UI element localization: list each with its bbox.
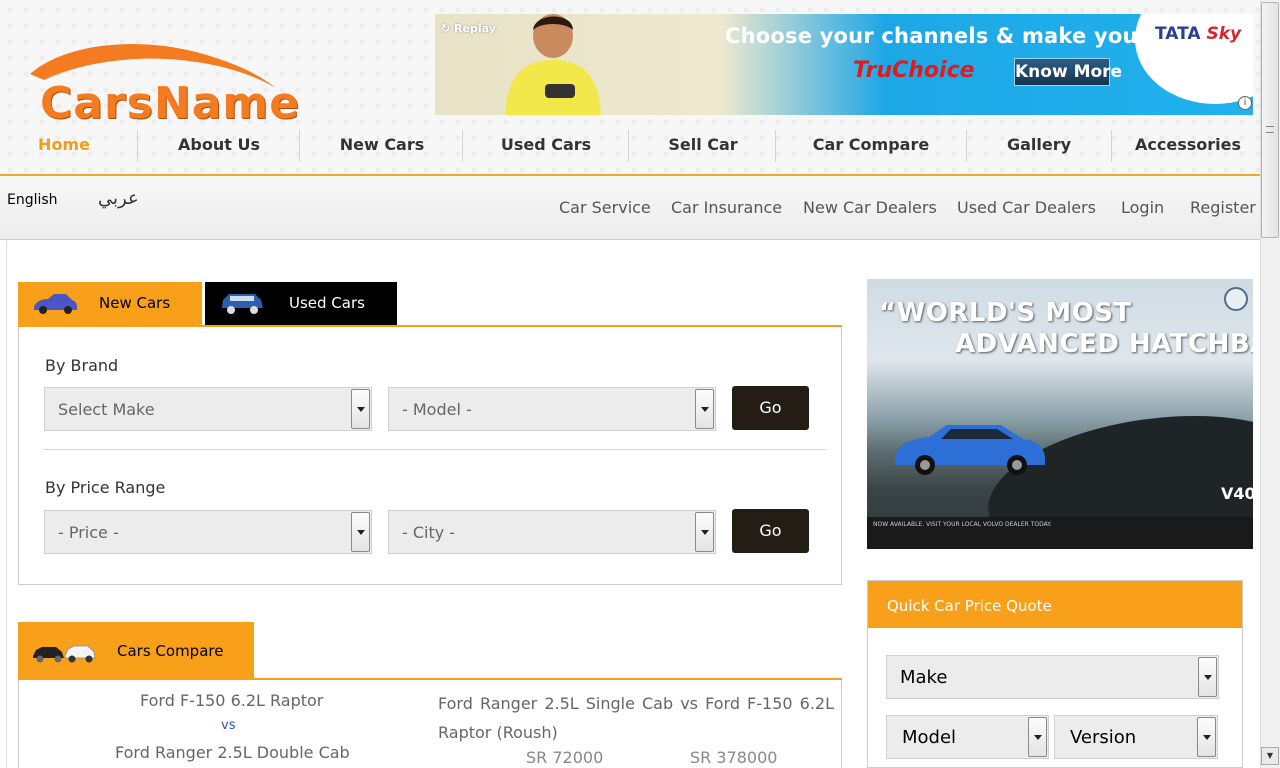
ad-quote-line1: “WORLD'S MOST bbox=[879, 298, 1132, 328]
compare-left-car-b[interactable]: Ford Ranger 2.5L Double Cab bbox=[115, 743, 350, 762]
know-more-button[interactable]: Know More bbox=[1014, 58, 1122, 86]
chevron-down-icon bbox=[1198, 657, 1217, 697]
compare-price-a: SR 72000 bbox=[526, 748, 604, 767]
nav-separator bbox=[775, 130, 776, 162]
by-price-label: By Price Range bbox=[45, 478, 166, 497]
scroll-down-icon[interactable]: ▼ bbox=[1261, 747, 1279, 765]
nav-new-cars[interactable]: New Cars bbox=[312, 128, 452, 162]
tab-cars-compare[interactable]: Cars Compare bbox=[18, 622, 254, 678]
tata-text: TATA bbox=[1155, 24, 1201, 44]
site-logo[interactable]: CarsName bbox=[26, 36, 306, 129]
chevron-down-icon bbox=[1028, 717, 1047, 757]
sedan-car-icon bbox=[34, 294, 77, 314]
brand-go-button[interactable]: Go bbox=[732, 386, 809, 430]
make-select[interactable]: Select Make bbox=[44, 387, 372, 431]
sub-bar: English عربي Car Service Car Insurance N… bbox=[0, 176, 1260, 240]
nav-used-cars[interactable]: Used Cars bbox=[474, 128, 618, 162]
compare-right-pair[interactable]: Ford Ranger 2.5L Single Cab vs Ford F-15… bbox=[438, 689, 834, 747]
nav-separator bbox=[966, 130, 967, 162]
nav-car-compare[interactable]: Car Compare bbox=[786, 128, 956, 162]
nav-gallery[interactable]: Gallery bbox=[978, 128, 1100, 162]
quick-quote-title: Quick Car Price Quote bbox=[868, 581, 1242, 628]
volvo-ad[interactable]: “WORLD'S MOST ADVANCED HATCHBACK” V40 NO… bbox=[867, 279, 1253, 549]
quote-version-value: Version bbox=[1070, 727, 1137, 748]
by-brand-label: By Brand bbox=[45, 356, 119, 375]
make-select-value: Select Make bbox=[58, 400, 155, 419]
search-divider bbox=[43, 449, 827, 450]
tab-used-cars[interactable]: Used Cars bbox=[205, 282, 397, 326]
link-car-insurance[interactable]: Car Insurance bbox=[671, 198, 782, 217]
link-login[interactable]: Login bbox=[1121, 198, 1164, 217]
price-select[interactable]: - Price - bbox=[44, 510, 372, 554]
quote-make-value: Make bbox=[900, 667, 948, 688]
nav-sell-car[interactable]: Sell Car bbox=[640, 128, 766, 162]
mini-car-icon bbox=[222, 294, 263, 314]
ad-model-name: V40 bbox=[1221, 484, 1253, 503]
quote-make-select[interactable]: Make bbox=[886, 655, 1219, 699]
nav-separator bbox=[462, 130, 463, 162]
nav-home[interactable]: Home bbox=[14, 128, 114, 162]
model-select-value: - Model - bbox=[402, 400, 472, 419]
chevron-down-icon bbox=[695, 389, 714, 429]
tab-new-cars-label: New Cars bbox=[99, 294, 171, 312]
nav-accessories[interactable]: Accessories bbox=[1122, 128, 1254, 162]
compare-price-b: SR 378000 bbox=[690, 748, 778, 767]
price-go-button[interactable]: Go bbox=[732, 509, 809, 553]
sky-text: Sky bbox=[1206, 24, 1242, 44]
city-select[interactable]: - City - bbox=[388, 510, 716, 554]
scrollbar-thumb[interactable] bbox=[1261, 2, 1279, 238]
language-english[interactable]: English bbox=[7, 192, 58, 208]
chevron-down-icon bbox=[351, 512, 370, 552]
chevron-down-icon bbox=[351, 389, 370, 429]
main-nav: Home About Us New Cars Used Cars Sell Ca… bbox=[0, 128, 1260, 174]
city-select-value: - City - bbox=[402, 523, 456, 542]
tab-new-cars[interactable]: New Cars bbox=[18, 282, 202, 326]
quote-model-value: Model bbox=[902, 727, 957, 748]
compare-cars-icon bbox=[33, 645, 96, 663]
link-car-service[interactable]: Car Service bbox=[559, 198, 651, 217]
link-register[interactable]: Register bbox=[1190, 198, 1256, 217]
nav-separator bbox=[299, 130, 300, 162]
replay-text: Replay bbox=[454, 22, 496, 35]
nav-separator bbox=[1111, 130, 1112, 162]
ad-car-image bbox=[895, 425, 1045, 475]
ad-footer-text: NOW AVAILABLE. VISIT YOUR LOCAL VOLVO DE… bbox=[873, 521, 1052, 528]
compare-left-vs: vs bbox=[221, 718, 236, 733]
site-logo-text: CarsName bbox=[40, 78, 301, 129]
replay-label[interactable]: ↻ Replay bbox=[441, 22, 496, 35]
tab-cars-compare-label: Cars Compare bbox=[117, 642, 224, 660]
chevron-down-icon bbox=[695, 512, 714, 552]
ad-quote-line2: ADVANCED HATCHBACK” bbox=[955, 329, 1253, 359]
compare-left-car-a[interactable]: Ford F-150 6.2L Raptor bbox=[140, 691, 323, 710]
nav-separator bbox=[137, 130, 138, 162]
ad-person-image bbox=[505, 14, 601, 115]
language-arabic[interactable]: عربي bbox=[98, 188, 139, 209]
link-new-car-dealers[interactable]: New Car Dealers bbox=[803, 198, 937, 217]
ad-info-icon[interactable]: i bbox=[1238, 96, 1252, 110]
quote-version-select[interactable]: Version bbox=[1054, 715, 1218, 759]
nav-about-us[interactable]: About Us bbox=[150, 128, 288, 162]
quote-model-select[interactable]: Model bbox=[886, 715, 1049, 759]
truchoice-logo: TruChoice bbox=[853, 58, 975, 83]
tata-sky-logo: TATA Sky bbox=[1155, 24, 1241, 44]
truchoice-b: Choice bbox=[892, 58, 975, 83]
truchoice-a: Tru bbox=[853, 58, 893, 83]
model-select[interactable]: - Model - bbox=[388, 387, 716, 431]
nav-separator bbox=[628, 130, 629, 162]
link-used-car-dealers[interactable]: Used Car Dealers bbox=[957, 198, 1096, 217]
tab-used-cars-label: Used Cars bbox=[289, 294, 365, 312]
scrollbar-grip-icon bbox=[1266, 126, 1274, 133]
price-select-value: - Price - bbox=[58, 523, 119, 542]
tv-ad-banner[interactable]: ↻ Replay Choose your channels & make you… bbox=[435, 14, 1253, 115]
volvo-logo-icon bbox=[1224, 287, 1248, 311]
chevron-down-icon bbox=[1197, 717, 1216, 757]
